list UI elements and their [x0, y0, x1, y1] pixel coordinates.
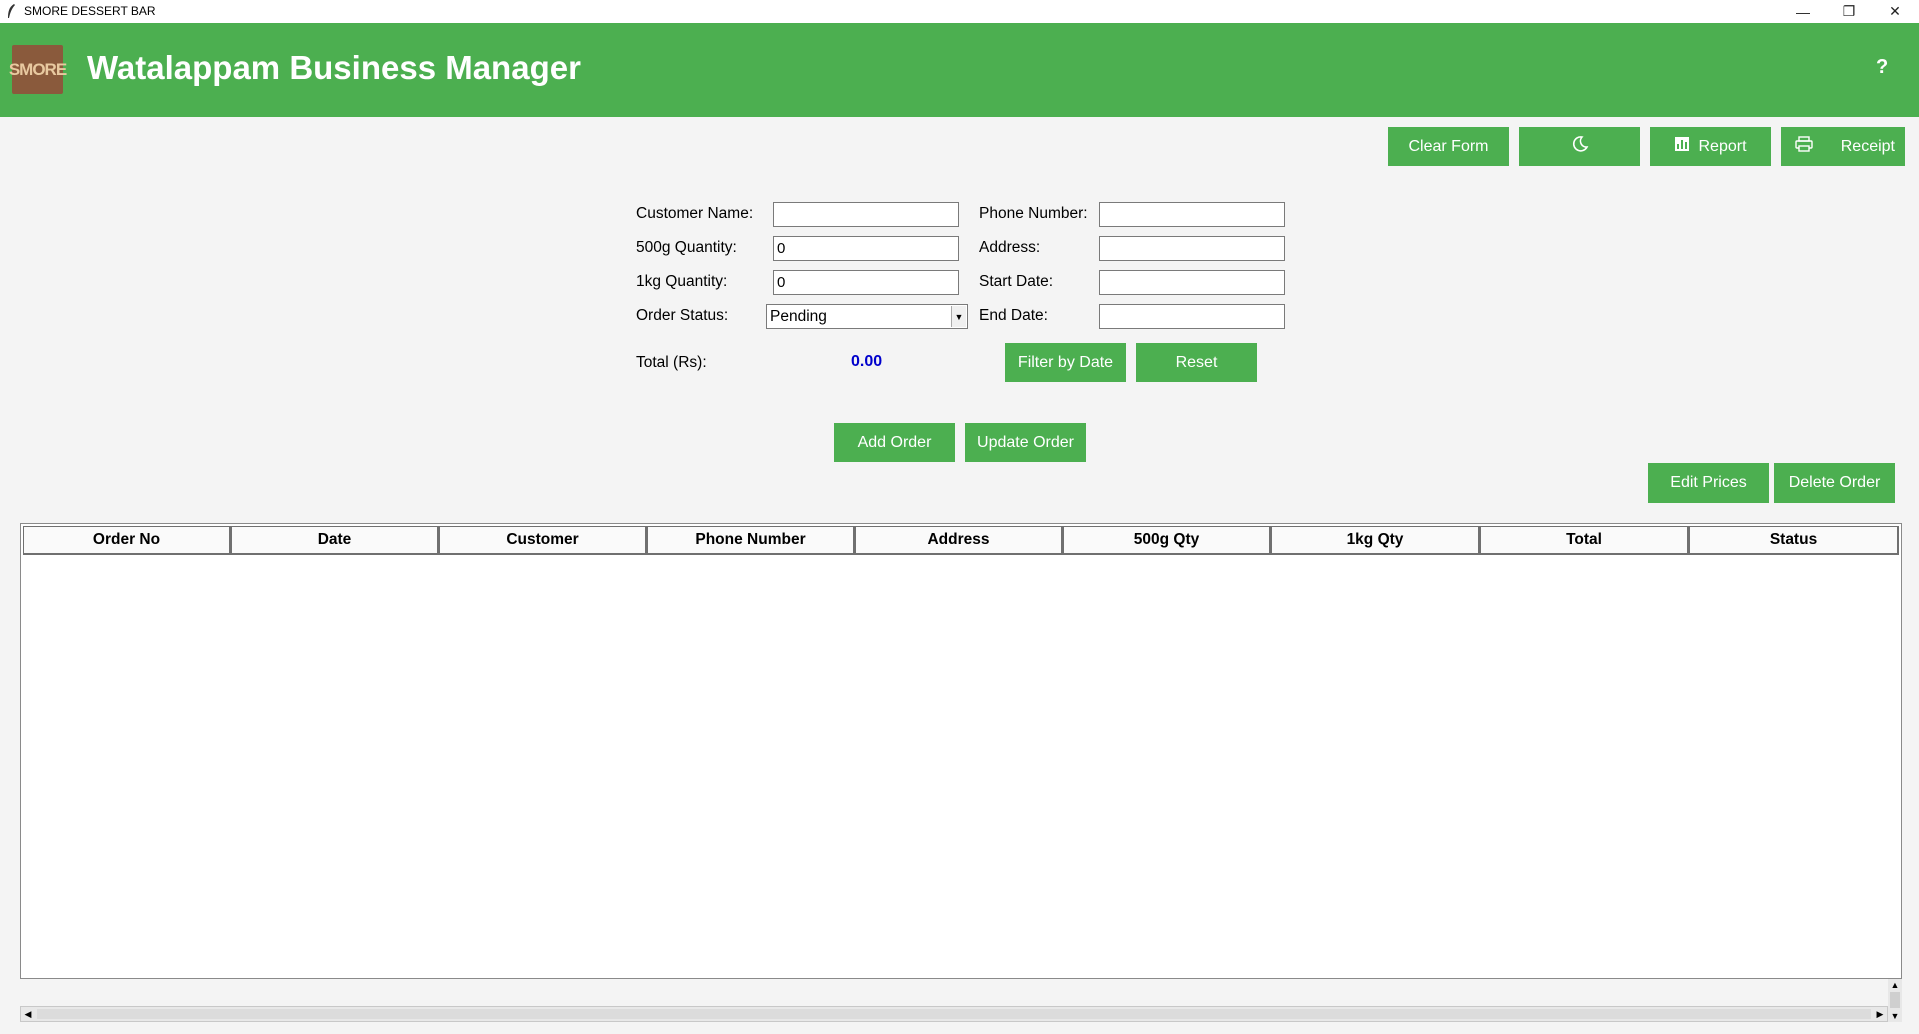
close-button[interactable]: ✕	[1872, 0, 1918, 23]
add-order-button[interactable]: Add Order	[834, 423, 955, 462]
receipt-button[interactable]: Receipt	[1781, 127, 1905, 166]
vertical-scrollbar[interactable]: ▲ ▼	[1888, 979, 1902, 1022]
horizontal-scrollbar[interactable]: ◀ ▶	[20, 1006, 1888, 1022]
order-status-select[interactable]: Pending ▼	[766, 304, 968, 329]
column-header-status[interactable]: Status	[1689, 526, 1899, 555]
update-order-button[interactable]: Update Order	[965, 423, 1086, 462]
customer-name-label: Customer Name:	[636, 205, 754, 222]
receipt-label: Receipt	[1840, 137, 1895, 155]
report-button[interactable]: Report	[1650, 127, 1771, 166]
qty-500g-label: 500g Quantity:	[636, 239, 737, 256]
reset-label: Reset	[1175, 353, 1218, 371]
clear-form-label: Clear Form	[1408, 137, 1489, 155]
edit-prices-label: Edit Prices	[1670, 474, 1747, 491]
total-label: Total (Rs):	[636, 354, 707, 371]
qty-1kg-input[interactable]	[773, 270, 959, 295]
customer-name-input[interactable]	[773, 202, 959, 227]
table-body[interactable]	[23, 557, 1899, 976]
filter-by-date-label: Filter by Date	[1017, 353, 1114, 371]
qty-500g-input[interactable]	[773, 236, 959, 261]
theme-toggle-button[interactable]	[1519, 127, 1640, 166]
delete-order-button[interactable]: Delete Order	[1774, 463, 1895, 503]
order-status-label: Order Status:	[636, 307, 729, 324]
clear-form-button[interactable]: Clear Form	[1388, 127, 1509, 166]
address-label: Address:	[979, 239, 1041, 256]
minimize-button[interactable]: —	[1780, 0, 1826, 23]
phone-number-label: Phone Number:	[979, 205, 1088, 222]
horizontal-scroll-thumb[interactable]	[37, 1009, 1871, 1019]
chevron-down-icon[interactable]: ▼	[951, 306, 966, 327]
edit-prices-button[interactable]: Edit Prices	[1648, 463, 1769, 503]
column-header-customer[interactable]: Customer	[439, 526, 647, 555]
scroll-up-arrow-icon[interactable]: ▲	[1888, 979, 1902, 991]
moon-icon	[1571, 135, 1589, 158]
qty-1kg-label: 1kg Quantity:	[636, 273, 728, 290]
add-order-label: Add Order	[857, 433, 932, 451]
vertical-scroll-thumb[interactable]	[1890, 992, 1900, 1008]
logo: SMORE	[8, 45, 67, 94]
window-title: SMORE DESSERT BAR	[24, 4, 156, 18]
address-input[interactable]	[1099, 236, 1285, 261]
phone-number-input[interactable]	[1099, 202, 1285, 227]
page-title: Watalappam Business Manager	[87, 49, 581, 86]
printer-icon	[1795, 136, 1813, 157]
orders-table[interactable]: Order No Date Customer Phone Number Addr…	[20, 523, 1902, 979]
report-label: Report	[1698, 137, 1747, 155]
logo-text: SMORE	[8, 59, 67, 79]
column-header-1kg-qty[interactable]: 1kg Qty	[1271, 526, 1480, 555]
app-header: SMORE Watalappam Business Manager ?	[0, 23, 1919, 117]
filter-by-date-button[interactable]: Filter by Date	[1005, 343, 1126, 382]
column-header-500g-qty[interactable]: 500g Qty	[1063, 526, 1271, 555]
delete-order-label: Delete Order	[1788, 474, 1881, 491]
scroll-left-arrow-icon[interactable]: ◀	[21, 1008, 35, 1021]
end-date-input[interactable]	[1099, 304, 1285, 329]
feather-icon	[6, 3, 16, 19]
table-header: Order No Date Customer Phone Number Addr…	[23, 526, 1899, 555]
end-date-label: End Date:	[979, 307, 1048, 324]
restore-button[interactable]: ❐	[1826, 0, 1872, 23]
column-header-date[interactable]: Date	[231, 526, 439, 555]
scroll-down-arrow-icon[interactable]: ▼	[1888, 1010, 1902, 1022]
bar-chart-icon	[1674, 136, 1690, 157]
column-header-order-no[interactable]: Order No	[23, 526, 231, 555]
reset-button[interactable]: Reset	[1136, 343, 1257, 382]
update-order-label: Update Order	[977, 433, 1074, 451]
scroll-right-arrow-icon[interactable]: ▶	[1873, 1008, 1887, 1021]
window-title-bar: SMORE DESSERT BAR — ❐ ✕	[0, 0, 1919, 23]
help-button[interactable]: ?	[1876, 56, 1888, 79]
total-value: 0.00	[851, 353, 883, 370]
column-header-address[interactable]: Address	[855, 526, 1063, 555]
start-date-label: Start Date:	[979, 273, 1054, 290]
start-date-input[interactable]	[1099, 270, 1285, 295]
column-header-phone-number[interactable]: Phone Number	[647, 526, 855, 555]
order-status-value: Pending	[770, 308, 827, 325]
column-header-total[interactable]: Total	[1480, 526, 1689, 555]
